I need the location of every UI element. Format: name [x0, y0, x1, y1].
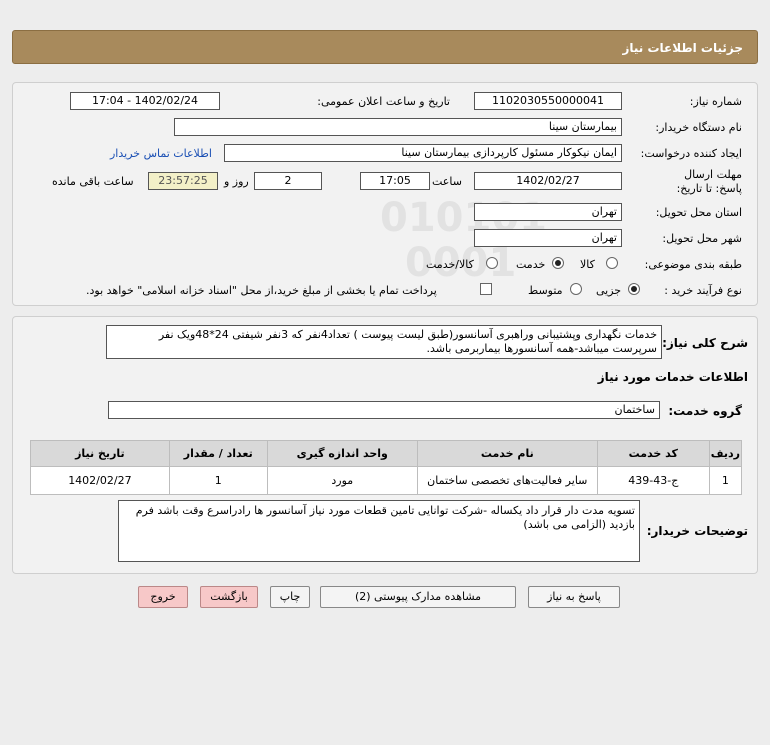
- page-title: جزئیات اطلاعات نیاز: [622, 41, 743, 55]
- announce-date-label: تاریخ و ساعت اعلان عمومی:: [317, 95, 450, 108]
- category-label: طبقه بندی موضوعی:: [644, 258, 742, 271]
- need-number-label: شماره نیاز:: [689, 95, 742, 108]
- service-group-field: ساختمان: [108, 401, 660, 419]
- buyer-org-field: بیمارستان سینا: [174, 118, 622, 136]
- requester-label: ایجاد کننده درخواست:: [640, 147, 742, 160]
- process-option-medium: متوسط: [528, 284, 563, 297]
- description-text: خدمات نگهداری وپشتیبانی وراهبری آسانسور(…: [158, 328, 657, 355]
- announce-date-field: 1402/02/24 - 17:04: [70, 92, 220, 110]
- deadline-time-field: 17:05: [360, 172, 430, 190]
- buyer-org-label: نام دستگاه خریدار:: [655, 121, 742, 134]
- need-info-panel: [12, 82, 758, 306]
- deadline-date-field: 1402/02/27: [474, 172, 622, 190]
- cell-unit: مورد: [266, 466, 418, 495]
- description-label: شرح کلی نیاز:: [662, 336, 748, 350]
- province-field: تهران: [474, 203, 622, 221]
- cell-row: 1: [708, 466, 743, 495]
- remaining-time-field: 23:57:25: [148, 172, 218, 190]
- table-row: 1 ج-43-439 سایر فعالیت‌های تخصصی ساختمان…: [30, 466, 743, 495]
- back-button[interactable]: بازگشت: [200, 586, 258, 608]
- services-table: ردیف کد خدمت نام خدمت واحد اندازه گیری ت…: [30, 440, 743, 495]
- reply-button[interactable]: پاسخ به نیاز: [528, 586, 620, 608]
- category-radio-goods[interactable]: [606, 257, 618, 269]
- requester-field: ایمان نیکوکار مسئول کارپردازی بیمارستان …: [224, 144, 622, 162]
- category-radio-service[interactable]: [552, 257, 564, 269]
- services-table-header: ردیف کد خدمت نام خدمت واحد اندازه گیری ت…: [30, 440, 743, 467]
- page-header: جزئیات اطلاعات نیاز: [12, 30, 758, 64]
- treasury-payment-checkbox[interactable]: [480, 283, 492, 295]
- service-group-label: گروه خدمت:: [668, 404, 742, 418]
- services-section-title: اطلاعات خدمات مورد نیاز: [597, 370, 748, 384]
- col-service-name: نام خدمت: [416, 440, 598, 467]
- print-button[interactable]: چاپ: [270, 586, 310, 608]
- province-label: استان محل تحویل:: [655, 206, 742, 219]
- category-radio-goods-service[interactable]: [486, 257, 498, 269]
- city-field: تهران: [474, 229, 622, 247]
- remaining-time-label: ساعت باقی مانده: [52, 175, 134, 188]
- need-number-field: 1102030550000041: [474, 92, 622, 110]
- buyer-notes-field: تسویه مدت دار قرار داد یکساله -شرکت توان…: [118, 500, 640, 562]
- process-radio-medium[interactable]: [570, 283, 582, 295]
- category-option-service: خدمت: [516, 258, 546, 271]
- process-option-minor: جزیی: [596, 284, 622, 297]
- cell-quantity: 1: [168, 466, 268, 495]
- process-type-label: نوع فرآیند خرید :: [664, 284, 742, 297]
- col-quantity: تعداد / مقدار: [168, 440, 268, 467]
- deadline-label: مهلت ارسال پاسخ: تا تاریخ:: [672, 168, 742, 196]
- process-radio-minor[interactable]: [628, 283, 640, 295]
- col-service-code: کد خدمت: [596, 440, 710, 467]
- deadline-label-text: مهلت ارسال پاسخ: تا تاریخ:: [676, 168, 742, 195]
- cell-service-name: سایر فعالیت‌های تخصصی ساختمان: [416, 466, 598, 495]
- city-label: شهر محل تحویل:: [662, 232, 742, 245]
- category-option-goods: کالا: [580, 258, 595, 271]
- treasury-payment-note: پرداخت تمام یا بخشی از مبلغ خرید،از محل …: [86, 284, 437, 297]
- col-need-date: تاریخ نیاز: [30, 440, 170, 467]
- category-option-goods-service: کالا/خدمت: [426, 258, 474, 271]
- buyer-contact-link[interactable]: اطلاعات تماس خریدار: [110, 147, 212, 160]
- deadline-time-label: ساعت: [432, 175, 462, 188]
- buyer-notes-text: تسویه مدت دار قرار داد یکساله -شرکت توان…: [135, 504, 635, 531]
- cell-service-code: ج-43-439: [596, 466, 710, 495]
- col-unit: واحد اندازه گیری: [266, 440, 418, 467]
- remaining-days-field: 2: [254, 172, 322, 190]
- remaining-days-label: روز و: [224, 175, 249, 188]
- cell-need-date: 1402/02/27: [30, 466, 170, 495]
- description-field: خدمات نگهداری وپشتیبانی وراهبری آسانسور(…: [106, 325, 662, 359]
- col-row: ردیف: [708, 440, 743, 467]
- exit-button[interactable]: خروج: [138, 586, 188, 608]
- buyer-notes-label: توضیحات خریدار:: [646, 524, 748, 538]
- view-attachments-button[interactable]: مشاهده مدارک پیوستی (2): [320, 586, 516, 608]
